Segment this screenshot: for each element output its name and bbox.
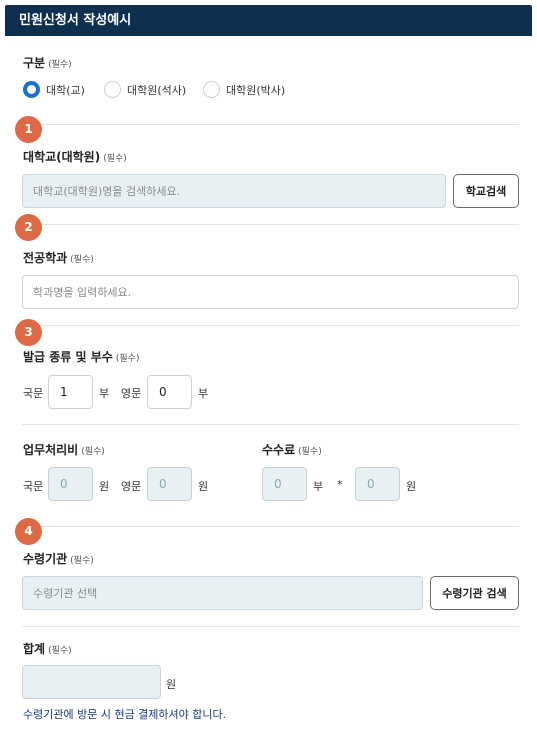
radio-unchecked-icon[interactable] — [203, 81, 220, 98]
total-label: 합계 (필수) — [23, 642, 72, 656]
section-divider — [22, 424, 519, 425]
required-marker: (필수) — [70, 556, 94, 566]
section-divider — [22, 224, 519, 225]
issue-english-unit: 부 — [198, 387, 209, 400]
step-badge-2: 2 — [15, 214, 42, 241]
required-marker: (필수) — [48, 646, 72, 656]
required-marker: (필수) — [48, 60, 72, 70]
fee-amount-unit: 원 — [406, 480, 417, 493]
section-divider — [22, 526, 519, 527]
required-marker: (필수) — [115, 354, 140, 364]
total-amount-field — [22, 665, 161, 699]
step-badge-3: 3 — [15, 319, 42, 346]
radio-checked-icon[interactable] — [23, 81, 40, 98]
processing-english-label: 영문 — [121, 480, 142, 493]
fee-copies-unit: 부 — [313, 480, 324, 493]
university-search-field[interactable]: 대학교(대학원)명을 검색하세요. — [22, 174, 446, 208]
processing-korean-label: 국문 — [23, 480, 44, 493]
section-divider — [22, 626, 519, 627]
fee-copies-amount: 0 — [262, 467, 307, 501]
required-marker: (필수) — [70, 255, 94, 265]
processing-korean-unit: 원 — [99, 480, 110, 493]
issue-korean-label: 국문 — [23, 387, 44, 400]
step-badge-4: 4 — [15, 518, 42, 545]
receiving-agency-field[interactable]: 수령기관 선택 — [22, 576, 423, 610]
radio-unchecked-icon[interactable] — [104, 81, 121, 98]
radio-option-university[interactable]: 대학(교) — [23, 81, 85, 98]
radio-option-doctorate[interactable]: 대학원(박사) — [203, 81, 285, 98]
issue-english-label: 영문 — [121, 387, 142, 400]
fee-amount: 0 — [355, 467, 400, 501]
processing-english-unit: 원 — [198, 480, 209, 493]
processing-fee-label: 업무처리비 (필수) — [23, 443, 105, 457]
section-divider — [22, 124, 519, 125]
issue-label: 발급 종류 및 부수 (필수) — [23, 350, 140, 364]
processing-english-amount: 0 — [147, 467, 192, 501]
required-marker: (필수) — [103, 154, 127, 164]
receiving-agency-search-button[interactable]: 수령기관 검색 — [430, 576, 519, 610]
page-title: 민원신청서 작성예시 — [19, 13, 132, 28]
total-unit: 원 — [166, 678, 177, 691]
school-search-button[interactable]: 학교검색 — [453, 174, 519, 208]
required-marker: (필수) — [81, 447, 105, 457]
fee-label: 수수료 (필수) — [262, 443, 322, 457]
required-marker: (필수) — [298, 447, 322, 457]
payment-note: 수령기관에 방문 시 현금 결제하셔야 합니다. — [23, 708, 227, 721]
radio-option-masters[interactable]: 대학원(석사) — [104, 81, 186, 98]
receiving-agency-label: 수령기관 (필수) — [23, 552, 94, 566]
major-input[interactable]: 학과명을 입력하세요. — [22, 275, 519, 309]
category-label: 구분 (필수) — [23, 56, 72, 70]
section-divider — [22, 325, 519, 326]
processing-korean-amount: 0 — [48, 467, 93, 501]
page-header: 민원신청서 작성예시 — [5, 5, 532, 36]
step-badge-1: 1 — [15, 116, 42, 143]
university-label: 대학교(대학원) (필수) — [23, 150, 127, 164]
issue-korean-copies-input[interactable]: 1 — [48, 375, 93, 409]
major-label: 전공학과 (필수) — [23, 251, 94, 265]
issue-korean-unit: 부 — [99, 387, 110, 400]
issue-english-copies-input[interactable]: 0 — [147, 375, 192, 409]
fee-multiply-sign: * — [337, 478, 343, 491]
